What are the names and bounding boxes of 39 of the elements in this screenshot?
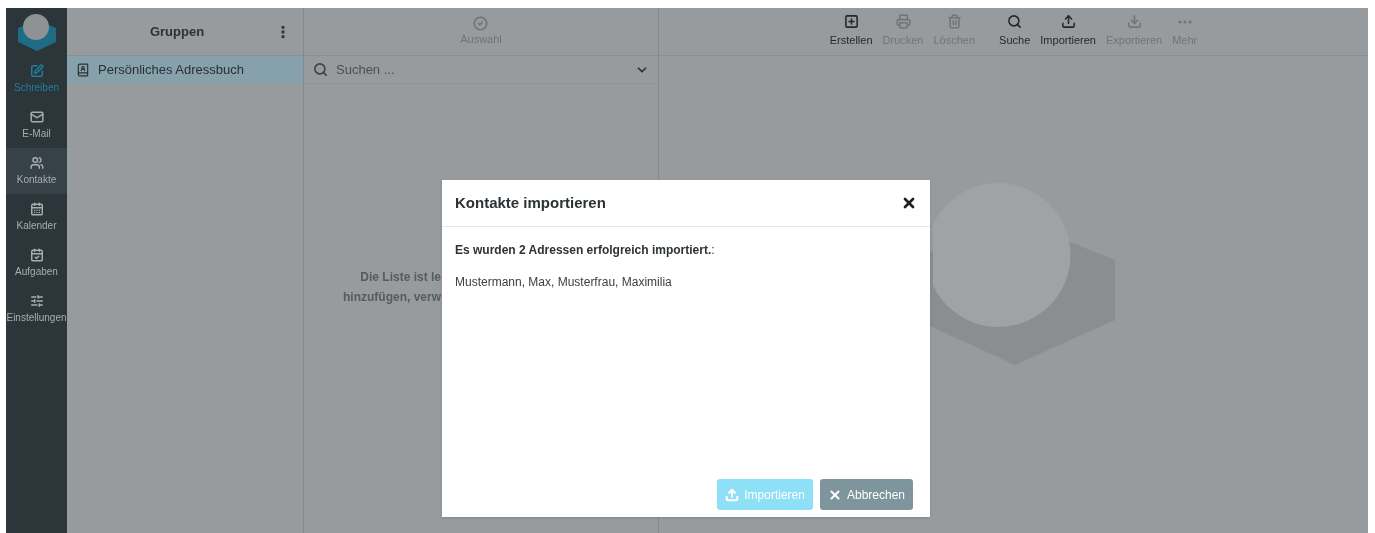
import-message: Es wurden 2 Adressen erfolgreich importiert.:: [455, 242, 716, 259]
toolbar-button[interactable]: Importieren: [1036, 14, 1100, 49]
dialog-title: Kontakte importieren: [455, 192, 606, 213]
pen-square-icon: [29, 63, 44, 78]
nav-item[interactable]: Einstellungen: [6, 286, 67, 332]
trash-icon: [946, 14, 962, 30]
calendar-icon: [29, 201, 44, 216]
logo-icon: [15, 12, 58, 52]
toolbar-button[interactable]: Suche: [995, 14, 1035, 49]
printer-icon: [895, 14, 911, 30]
nav-item[interactable]: Kalender: [6, 194, 67, 240]
panel-title: Gruppen: [148, 22, 206, 41]
nav-item[interactable]: Schreiben: [6, 56, 67, 102]
download-icon: [1126, 14, 1142, 30]
mail-icon: [29, 109, 44, 124]
empty-list-text: Die Liste ist le: [360, 268, 441, 286]
sliders-icon: [29, 293, 44, 308]
dialog-button[interactable]: Abbrechen: [819, 479, 913, 510]
imported-names: Mustermann, Max, Musterfrau, Maximilia: [455, 274, 673, 291]
nav-item[interactable]: Aufgaben: [6, 240, 67, 286]
x-icon: [827, 487, 842, 502]
upload-icon: [725, 487, 740, 502]
nav-item[interactable]: E-Mail: [6, 102, 67, 148]
users-icon: [29, 155, 44, 170]
close-button[interactable]: [901, 195, 917, 211]
toolbar-button[interactable]: Erstellen: [825, 14, 877, 49]
plus-square-icon: [843, 14, 859, 30]
close-icon: [901, 195, 917, 211]
search-field[interactable]: Suchen ...: [336, 59, 627, 80]
upload-icon: [1060, 14, 1076, 30]
search-icon: [313, 62, 328, 77]
ellipsis-icon: [1177, 19, 1192, 24]
address-book-icon: [76, 63, 90, 77]
calendar-check-icon: [29, 247, 44, 262]
empty-list-text: hinzufügen, verw: [343, 288, 441, 306]
nav-item[interactable]: Kontakte: [6, 148, 67, 194]
search-icon: [1007, 14, 1023, 30]
check-circle-icon: [473, 15, 489, 31]
addressbook-item[interactable]: Persönliches Adressbuch: [67, 56, 303, 84]
